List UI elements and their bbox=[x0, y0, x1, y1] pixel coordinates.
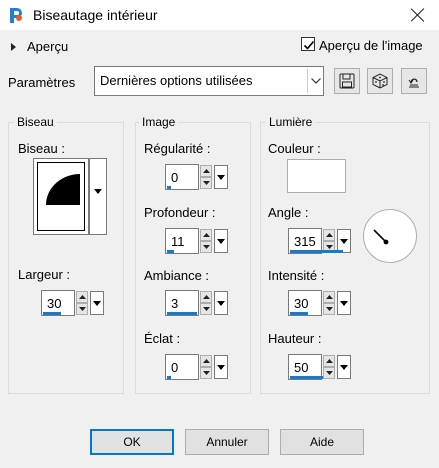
elevation-value: 50 bbox=[294, 360, 309, 375]
elevation-level bbox=[290, 376, 323, 379]
decrement-icon[interactable] bbox=[200, 303, 212, 315]
preset-value: Dernières options utilisées bbox=[100, 73, 253, 88]
elevation-spinner[interactable]: 50 bbox=[288, 354, 354, 380]
cancel-button[interactable]: Annuler bbox=[185, 429, 269, 455]
chevron-down-icon bbox=[307, 69, 323, 93]
smoothness-level bbox=[167, 186, 171, 189]
paintshop-pro-icon bbox=[10, 8, 22, 23]
increment-icon[interactable] bbox=[323, 229, 335, 241]
quarter-round-bevel-icon bbox=[46, 174, 80, 205]
slider-dropdown-icon[interactable] bbox=[214, 165, 228, 189]
depth-level bbox=[167, 250, 174, 253]
preview-toggle-label[interactable]: Aperçu bbox=[27, 39, 68, 54]
angle-level bbox=[290, 250, 343, 253]
reset-icon bbox=[408, 78, 419, 88]
preset-select[interactable]: Dernières options utilisées bbox=[94, 66, 324, 96]
shininess-label: Éclat : bbox=[144, 331, 181, 346]
angle-value: 315 bbox=[294, 234, 316, 249]
intensity-level bbox=[290, 312, 308, 315]
ambience-label: Ambiance : bbox=[144, 268, 210, 283]
ambience-steppers[interactable] bbox=[200, 291, 212, 315]
randomize-icon bbox=[372, 73, 388, 89]
depth-spinner[interactable]: 11 bbox=[165, 228, 231, 254]
smoothness-value: 0 bbox=[171, 170, 179, 185]
slider-dropdown-icon[interactable] bbox=[214, 229, 228, 253]
shininess-steppers[interactable] bbox=[200, 355, 212, 379]
randomize-button[interactable] bbox=[367, 68, 393, 94]
shininess-spinner[interactable]: 0 bbox=[165, 354, 231, 380]
intensity-spinner[interactable]: 30 bbox=[288, 290, 354, 316]
bevel-shape-frame bbox=[37, 162, 85, 231]
slider-dropdown-icon[interactable] bbox=[337, 291, 351, 315]
decrement-icon[interactable] bbox=[323, 303, 335, 315]
title-bar: Biseautage intérieur bbox=[0, 0, 439, 31]
shininess-value: 0 bbox=[171, 360, 179, 375]
bevel-width-label: Largeur : bbox=[18, 267, 71, 282]
increment-icon[interactable] bbox=[76, 291, 88, 303]
ambience-level bbox=[167, 312, 197, 315]
bevel-width-spinner[interactable]: 30 bbox=[41, 290, 107, 316]
help-button[interactable]: Aide bbox=[280, 429, 364, 455]
slider-dropdown-icon[interactable] bbox=[214, 355, 228, 379]
smoothness-steppers[interactable] bbox=[200, 165, 212, 189]
decrement-icon[interactable] bbox=[200, 177, 212, 189]
slider-dropdown-icon[interactable] bbox=[90, 291, 104, 315]
triangle-down-icon bbox=[94, 189, 102, 194]
elevation-label: Hauteur : bbox=[268, 331, 322, 346]
increment-icon[interactable] bbox=[323, 291, 335, 303]
bevel-group-title: Biseau bbox=[14, 115, 57, 129]
elevation-steppers[interactable] bbox=[323, 355, 335, 379]
smoothness-label: Régularité : bbox=[144, 141, 211, 156]
decrement-icon[interactable] bbox=[200, 241, 212, 253]
intensity-label: Intensité : bbox=[268, 268, 325, 283]
depth-steppers[interactable] bbox=[200, 229, 212, 253]
light-color-label: Couleur : bbox=[268, 141, 321, 156]
ok-button[interactable]: OK bbox=[90, 429, 174, 455]
increment-icon[interactable] bbox=[200, 355, 212, 367]
depth-label: Profondeur : bbox=[144, 205, 216, 220]
light-color-swatch[interactable] bbox=[287, 159, 346, 193]
check-icon bbox=[303, 40, 315, 50]
save-preset-icon bbox=[339, 73, 355, 89]
image-preview-checkbox[interactable] bbox=[301, 37, 315, 51]
intensity-value: 30 bbox=[294, 296, 309, 311]
angle-needle-icon bbox=[373, 229, 389, 245]
light-group-title: Lumière bbox=[266, 115, 316, 129]
bevel-width-steppers[interactable] bbox=[76, 291, 88, 315]
save-preset-button[interactable] bbox=[334, 68, 360, 94]
angle-label: Angle : bbox=[268, 205, 309, 220]
ambience-spinner[interactable]: 3 bbox=[165, 290, 231, 316]
increment-icon[interactable] bbox=[200, 165, 212, 177]
increment-icon[interactable] bbox=[200, 229, 212, 241]
params-label: Paramètres bbox=[8, 75, 76, 90]
bevel-shape-preview[interactable] bbox=[33, 158, 89, 235]
decrement-icon[interactable] bbox=[323, 367, 335, 379]
shininess-level bbox=[167, 376, 171, 379]
bevel-shape-label: Biseau : bbox=[18, 141, 65, 156]
ambience-value: 3 bbox=[171, 296, 179, 311]
slider-dropdown-icon[interactable] bbox=[214, 291, 228, 315]
window-title: Biseautage intérieur bbox=[33, 7, 158, 23]
close-icon[interactable] bbox=[408, 6, 428, 26]
decrement-icon[interactable] bbox=[200, 367, 212, 379]
bevel-shape-dropdown[interactable] bbox=[89, 158, 107, 235]
image-preview-label: Aperçu de l'image bbox=[319, 38, 423, 53]
slider-dropdown-icon[interactable] bbox=[337, 355, 351, 379]
increment-icon[interactable] bbox=[323, 355, 335, 367]
angle-dial[interactable] bbox=[363, 209, 417, 263]
expand-arrow-icon[interactable] bbox=[11, 43, 16, 51]
intensity-steppers[interactable] bbox=[323, 291, 335, 315]
depth-value: 11 bbox=[171, 234, 185, 249]
reset-button[interactable] bbox=[401, 68, 427, 94]
increment-icon[interactable] bbox=[200, 291, 212, 303]
decrement-icon[interactable] bbox=[76, 303, 88, 315]
bevel-width-value: 30 bbox=[47, 296, 62, 311]
image-group-title: Image bbox=[139, 115, 179, 129]
smoothness-spinner[interactable]: 0 bbox=[165, 164, 231, 190]
bevel-width-level bbox=[43, 312, 61, 315]
angle-spinner[interactable]: 315 bbox=[288, 228, 354, 254]
